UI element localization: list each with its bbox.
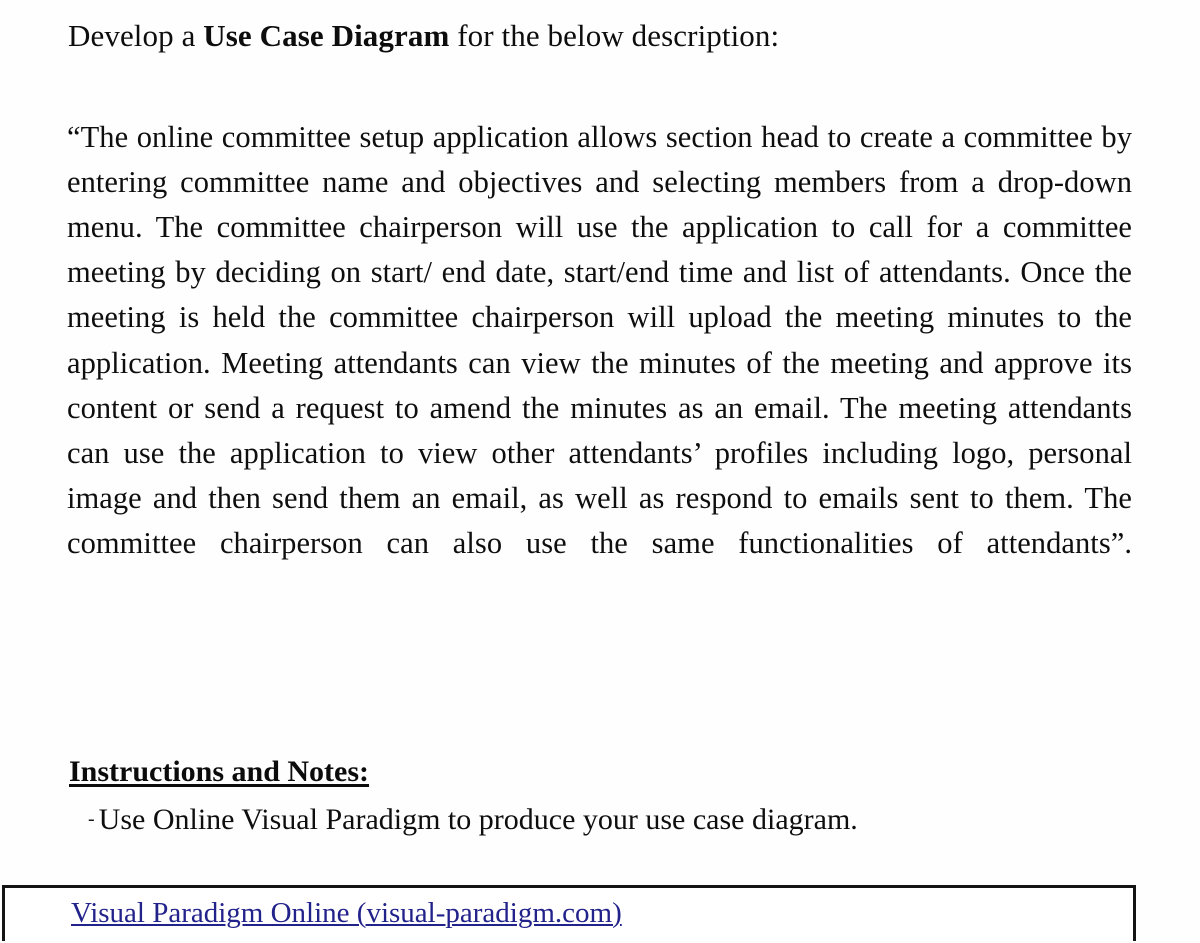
- heading-suffix: for the below description:: [449, 18, 780, 53]
- heading-bold-term: Use Case Diagram: [203, 18, 450, 53]
- instruction-list-item: - Use Online Visual Paradigm to produce y…: [88, 798, 858, 841]
- bullet-dash-icon: -: [88, 808, 95, 830]
- page-title: Develop a Use Case Diagram for the below…: [68, 16, 1132, 56]
- instructions-heading: Instructions and Notes:: [69, 755, 370, 788]
- document-page: Develop a Use Case Diagram for the below…: [0, 0, 1200, 943]
- description-paragraph: “The online committee setup application …: [67, 119, 1132, 561]
- instruction-item-text: Use Online Visual Paradigm to produce yo…: [98, 803, 858, 836]
- link-callout-box: Visual Paradigm Online (visual-paradigm.…: [2, 885, 1136, 941]
- visual-paradigm-link[interactable]: Visual Paradigm Online (visual-paradigm.…: [71, 892, 622, 934]
- heading-prefix: Develop a: [68, 18, 204, 53]
